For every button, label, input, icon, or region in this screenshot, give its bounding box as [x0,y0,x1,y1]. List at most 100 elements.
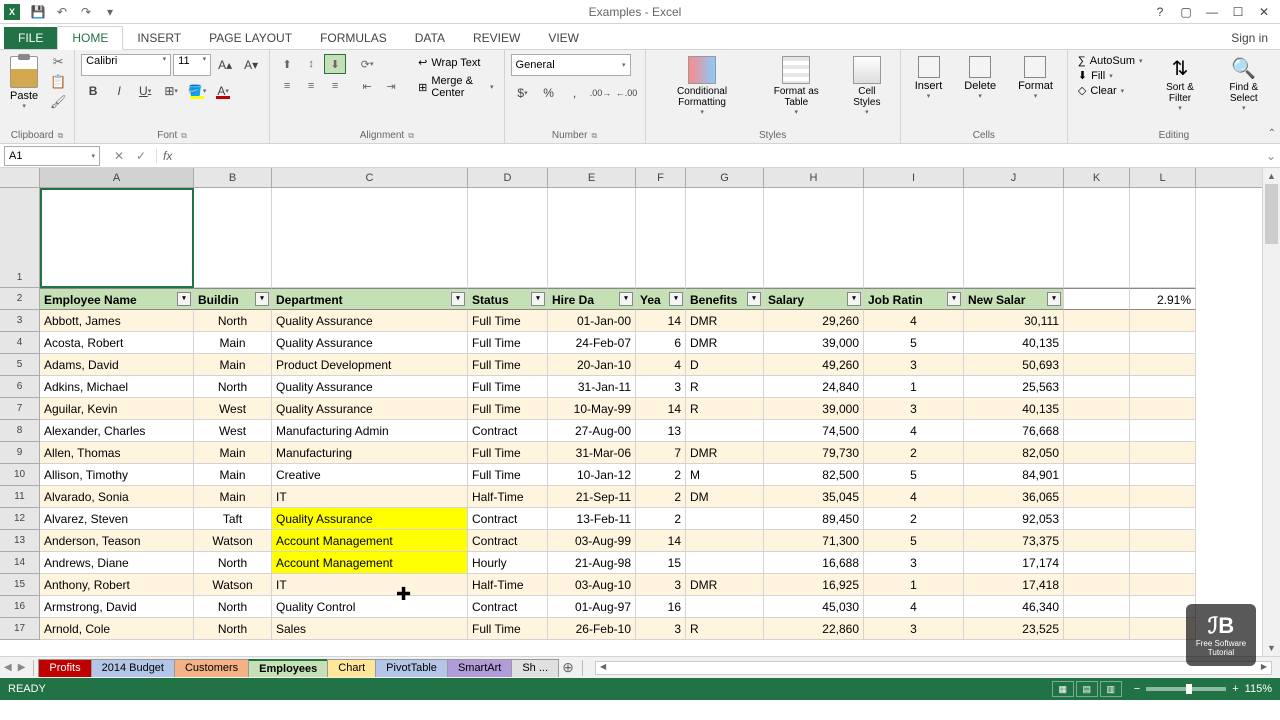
row-header-7[interactable]: 7 [0,398,39,420]
cell-A10[interactable]: Allison, Timothy [40,464,194,486]
cell-K16[interactable] [1064,596,1130,618]
cell-D17[interactable]: Full Time [468,618,548,640]
filter-D[interactable]: ▾ [531,292,545,306]
cell-A8[interactable]: Alexander, Charles [40,420,194,442]
cell-A17[interactable]: Arnold, Cole [40,618,194,640]
align-left[interactable]: ≡ [276,76,298,96]
tab-page-layout[interactable]: PAGE LAYOUT [195,27,306,49]
cell-C1[interactable] [272,188,468,288]
cell-I12[interactable]: 2 [864,508,964,530]
header-cell-L[interactable]: 2.91% [1130,288,1196,310]
cell-C12[interactable]: Quality Assurance [272,508,468,530]
row-header-9[interactable]: 9 [0,442,39,464]
cell-I9[interactable]: 2 [864,442,964,464]
cell-L9[interactable] [1130,442,1196,464]
paste-button[interactable]: Paste ▾ [6,54,42,112]
cell-L4[interactable] [1130,332,1196,354]
expand-formula-bar[interactable]: ⌄ [1262,149,1280,163]
cell-K15[interactable] [1064,574,1130,596]
cell-E4[interactable]: 24-Feb-07 [548,332,636,354]
cell-G14[interactable] [686,552,764,574]
cell-F4[interactable]: 6 [636,332,686,354]
row-header-12[interactable]: 12 [0,508,39,530]
cell-G8[interactable] [686,420,764,442]
cell-K6[interactable] [1064,376,1130,398]
fill-button[interactable]: ⬇ Fill ▾ [1074,68,1147,83]
tab-review[interactable]: REVIEW [459,27,534,49]
cell-F16[interactable]: 16 [636,596,686,618]
cell-G13[interactable] [686,530,764,552]
cell-F6[interactable]: 3 [636,376,686,398]
cell-J14[interactable]: 17,174 [964,552,1064,574]
filter-A[interactable]: ▾ [177,292,191,306]
row-header-1[interactable]: 1 [0,188,39,288]
zoom-level[interactable]: 115% [1245,683,1272,695]
cell-E15[interactable]: 03-Aug-10 [548,574,636,596]
cell-B3[interactable]: North [194,310,272,332]
cell-G11[interactable]: DM [686,486,764,508]
cell-G5[interactable]: D [686,354,764,376]
cell-E1[interactable] [548,188,636,288]
zoom-out-button[interactable]: − [1134,683,1140,695]
cell-K12[interactable] [1064,508,1130,530]
cell-F5[interactable]: 4 [636,354,686,376]
cell-B4[interactable]: Main [194,332,272,354]
increase-decimal[interactable]: .00→ [589,82,613,104]
row-header-11[interactable]: 11 [0,486,39,508]
row-header-17[interactable]: 17 [0,618,39,640]
cell-A5[interactable]: Adams, David [40,354,194,376]
cell-J17[interactable]: 23,525 [964,618,1064,640]
comma-button[interactable]: , [563,82,587,104]
cell-I14[interactable]: 3 [864,552,964,574]
column-header-I[interactable]: I [864,168,964,187]
cell-H13[interactable]: 71,300 [764,530,864,552]
align-bottom[interactable]: ⬇ [324,54,346,74]
bold-button[interactable]: B [81,80,105,102]
cell-D10[interactable]: Full Time [468,464,548,486]
cell-D13[interactable]: Contract [468,530,548,552]
orientation-button[interactable]: ⟳▾ [356,54,378,74]
delete-cells-button[interactable]: Delete▾ [956,54,1004,102]
cell-H6[interactable]: 24,840 [764,376,864,398]
cell-J9[interactable]: 82,050 [964,442,1064,464]
ws-tab-pivottable[interactable]: PivotTable [375,659,448,677]
column-header-B[interactable]: B [194,168,272,187]
cell-D8[interactable]: Contract [468,420,548,442]
conditional-formatting-button[interactable]: Conditional Formatting▾ [652,54,753,118]
enter-formula-icon[interactable]: ✓ [132,149,150,163]
grow-font-button[interactable]: A▴ [213,54,237,76]
cell-J1[interactable] [964,188,1064,288]
cell-E3[interactable]: 01-Jan-00 [548,310,636,332]
number-launcher[interactable]: ⧉ [591,131,597,141]
ws-tab-sh-...[interactable]: Sh ... [511,659,559,677]
cell-K14[interactable] [1064,552,1130,574]
cell-H9[interactable]: 79,730 [764,442,864,464]
minimize-icon[interactable]: — [1200,2,1224,22]
cell-H16[interactable]: 45,030 [764,596,864,618]
filter-F[interactable]: ▾ [669,292,683,306]
add-worksheet-button[interactable]: ⊕ [558,659,578,676]
column-header-G[interactable]: G [686,168,764,187]
filter-I[interactable]: ▾ [947,292,961,306]
cell-A6[interactable]: Adkins, Michael [40,376,194,398]
column-header-L[interactable]: L [1130,168,1196,187]
decrease-indent[interactable]: ⇤ [356,76,378,96]
filter-E[interactable]: ▾ [619,292,633,306]
merge-center-button[interactable]: ⊞ Merge & Center ▾ [414,73,497,101]
cell-C14[interactable]: Account Management [272,552,468,574]
cell-K3[interactable] [1064,310,1130,332]
cell-A13[interactable]: Anderson, Teason [40,530,194,552]
insert-cells-button[interactable]: Insert▾ [907,54,951,102]
cell-C8[interactable]: Manufacturing Admin [272,420,468,442]
header-cell-J[interactable]: New Salar▾ [964,288,1064,310]
cell-H12[interactable]: 89,450 [764,508,864,530]
cell-G1[interactable] [686,188,764,288]
cell-K13[interactable] [1064,530,1130,552]
currency-button[interactable]: $▾ [511,82,535,104]
row-header-13[interactable]: 13 [0,530,39,552]
fx-icon[interactable]: fx [157,149,178,163]
cell-A12[interactable]: Alvarez, Steven [40,508,194,530]
cell-H10[interactable]: 82,500 [764,464,864,486]
cell-B12[interactable]: Taft [194,508,272,530]
collapse-ribbon-button[interactable]: ⌃ [1268,128,1276,139]
